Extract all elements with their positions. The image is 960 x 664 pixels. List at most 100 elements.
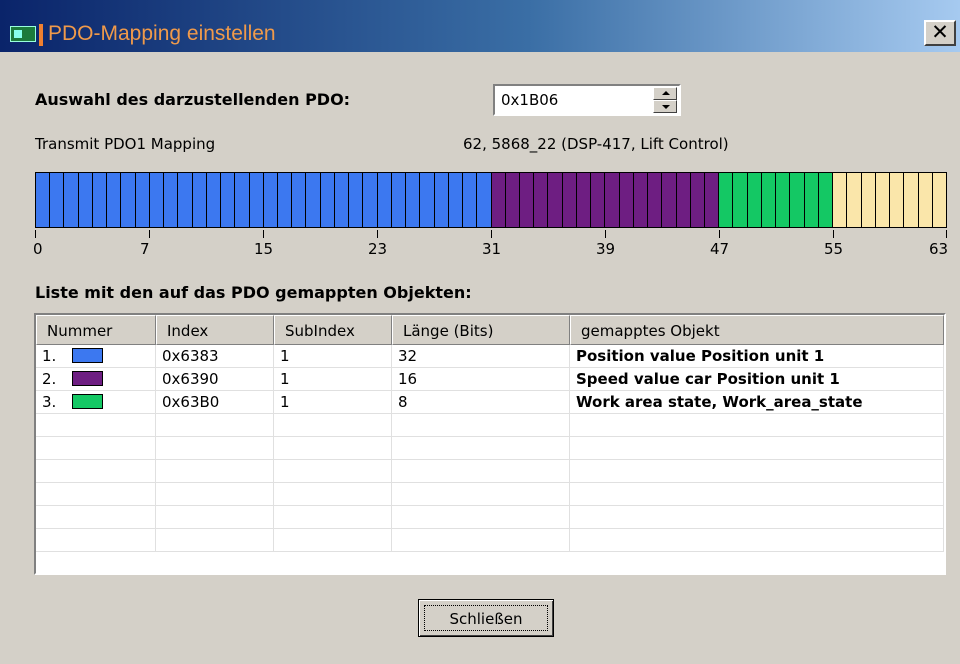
table-cell-laenge	[392, 506, 570, 529]
table-cell-laenge	[392, 460, 570, 483]
table-cell-subindex	[274, 437, 392, 460]
column-header[interactable]: SubIndex	[274, 315, 392, 345]
cell-text: 2.	[42, 370, 57, 388]
bit-cell	[904, 173, 919, 227]
table-row[interactable]: 2. 0x6390 1 16 Speed value car Position unit…	[36, 368, 944, 391]
bit-cell	[50, 173, 65, 227]
bit-tick	[263, 230, 264, 238]
bit-cell	[847, 173, 862, 227]
bit-cell	[875, 173, 891, 227]
table-cell-laenge	[392, 414, 570, 437]
table-cell-objekt	[570, 483, 944, 506]
cell-text: 1	[280, 393, 290, 411]
bit-cell	[676, 173, 691, 227]
bit-tick-label: 7	[140, 240, 150, 258]
list-header: Nummer Index SubIndex Länge (Bits) gemapptes…	[36, 315, 944, 345]
bit-cell	[377, 173, 392, 227]
bit-tick-label: 15	[254, 240, 274, 258]
table-row[interactable]	[36, 414, 944, 437]
pdo-mapping-name: Transmit PDO1 Mapping	[35, 135, 216, 153]
bit-cell	[135, 173, 150, 227]
bit-cell	[576, 173, 592, 227]
spin-up-button[interactable]	[653, 87, 677, 100]
bit-cell	[690, 173, 706, 227]
bit-tick-label: 63	[929, 240, 949, 258]
table-cell-objekt	[570, 414, 944, 437]
table-cell-objekt	[570, 437, 944, 460]
table-cell-laenge	[392, 437, 570, 460]
window-title: PDO-Mapping einstellen	[48, 22, 276, 45]
column-header[interactable]: Index	[156, 315, 274, 345]
bit-tick-label: 0	[33, 240, 43, 258]
color-swatch	[72, 348, 104, 363]
mapped-objects-list[interactable]: Nummer Index SubIndex Länge (Bits) gemapptes…	[34, 313, 946, 575]
bit-cell	[448, 173, 464, 227]
bit-tick	[491, 230, 492, 238]
bit-tick	[946, 230, 947, 238]
bit-cell	[534, 173, 549, 227]
window-close-button[interactable]: ✕	[924, 20, 956, 46]
table-cell-nummer	[36, 437, 156, 460]
table-cell-objekt: Speed value car Position unit 1	[570, 368, 944, 391]
table-cell-subindex: 1	[274, 391, 392, 414]
bit-cell	[890, 173, 905, 227]
table-cell-subindex	[274, 506, 392, 529]
bit-cell	[192, 173, 207, 227]
table-cell-nummer: 1.	[36, 345, 156, 368]
bit-cell	[505, 173, 520, 227]
bit-cell	[818, 173, 834, 227]
pdo-spin-input[interactable]: 0x1B06	[493, 84, 681, 116]
bit-tick-label: 31	[482, 240, 502, 258]
bit-tick	[719, 230, 720, 238]
bit-tick	[605, 230, 606, 238]
bit-cell	[463, 173, 478, 227]
bit-cell	[121, 173, 136, 227]
table-row[interactable]	[36, 529, 944, 552]
table-cell-nummer	[36, 506, 156, 529]
bit-cell	[918, 173, 933, 227]
table-row[interactable]	[36, 437, 944, 460]
bit-cell	[434, 173, 449, 227]
table-cell-subindex: 1	[274, 345, 392, 368]
cell-text: 32	[398, 347, 418, 365]
bit-tick	[377, 230, 378, 238]
bit-cell	[733, 173, 748, 227]
cell-text: 16	[398, 370, 418, 388]
bit-cell	[206, 173, 222, 227]
bit-cell	[776, 173, 791, 227]
table-row[interactable]	[36, 506, 944, 529]
cell-text: 0x6390	[162, 370, 219, 388]
table-row[interactable]: 3. 0x63B0 1 8 Work area state, Work_area_sta…	[36, 391, 944, 414]
bit-tick-label: 55	[824, 240, 844, 258]
bit-cell	[263, 173, 278, 227]
bit-cell	[932, 173, 946, 227]
column-header[interactable]: Länge (Bits)	[392, 315, 570, 345]
table-row[interactable]	[36, 460, 944, 483]
bit-cell	[562, 173, 577, 227]
bit-cell	[306, 173, 321, 227]
bit-cell	[349, 173, 364, 227]
pdo-selector-label: Auswahl des darzustellenden PDO:	[35, 90, 351, 109]
spin-down-button[interactable]	[653, 100, 677, 113]
bit-cell	[420, 173, 435, 227]
bit-cell	[36, 173, 51, 227]
cell-text: 1	[280, 370, 290, 388]
column-header[interactable]: gemapptes Objekt	[570, 315, 944, 345]
table-row[interactable]: 1. 0x6383 1 32 Position value Position unit …	[36, 345, 944, 368]
bit-tick-label: 47	[710, 240, 730, 258]
table-cell-laenge: 16	[392, 368, 570, 391]
column-header[interactable]: Nummer	[36, 315, 156, 345]
pdo-spin-value[interactable]: 0x1B06	[501, 91, 558, 109]
table-cell-objekt: Work area state, Work_area_state	[570, 391, 944, 414]
bit-cell	[662, 173, 677, 227]
bit-tick	[833, 230, 834, 238]
color-swatch	[72, 371, 104, 386]
table-row[interactable]	[36, 483, 944, 506]
close-button[interactable]: Schließen	[418, 599, 554, 637]
bit-cell	[92, 173, 108, 227]
bit-cell	[761, 173, 777, 227]
table-cell-objekt	[570, 506, 944, 529]
table-cell-nummer	[36, 483, 156, 506]
bit-cell	[605, 173, 620, 227]
bit-cell	[705, 173, 720, 227]
